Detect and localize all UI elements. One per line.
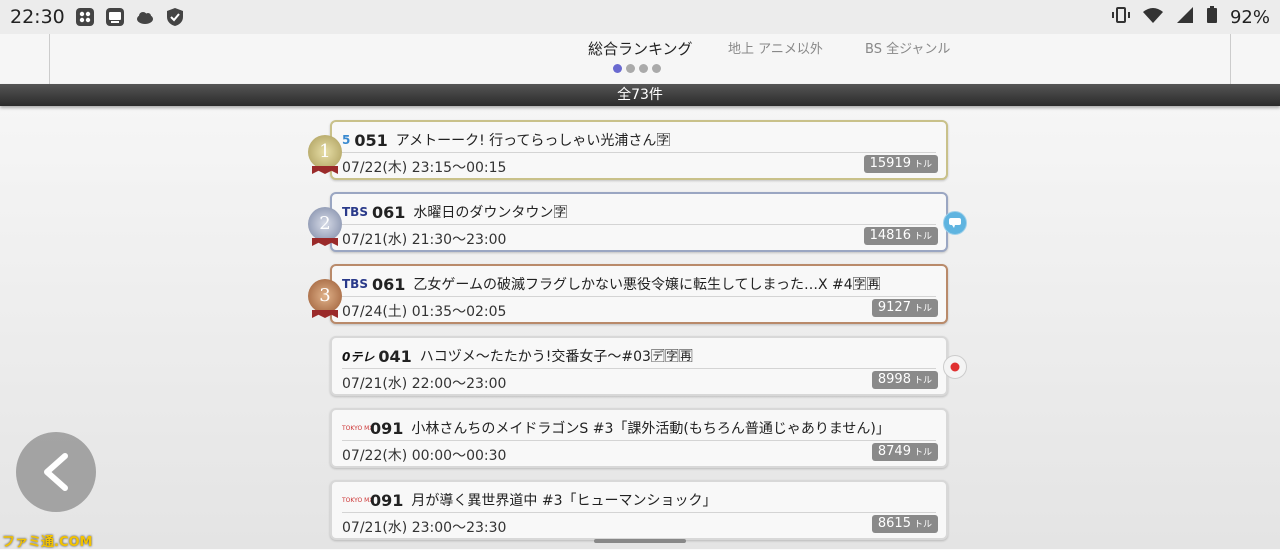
- torul-count-badge: 8615 トル: [871, 515, 938, 533]
- status-time: 22:30: [10, 6, 65, 28]
- program-datetime: 07/22(木) 23:15〜00:15: [342, 160, 507, 176]
- ranking-item-3[interactable]: TBS 061 乙女ゲームの破滅フラグしかない悪役令嬢に転生してしまった…X #…: [330, 264, 948, 324]
- program-datetime: 07/21(水) 23:00〜23:30: [342, 520, 507, 536]
- ranking-item-2[interactable]: TBS 061 水曜日のダウンタウン🈑 07/21(水) 21:30〜23:00…: [330, 192, 948, 252]
- program-datetime: 07/24(土) 01:35〜02:05: [342, 304, 507, 320]
- divider: [49, 34, 50, 84]
- bronze-medal-icon: 3: [308, 279, 342, 313]
- tab-overall-ranking[interactable]: 総合ランキング: [588, 38, 693, 59]
- page-dot: [639, 64, 648, 73]
- signal-icon: [1176, 6, 1194, 28]
- vibrate-icon: [1111, 6, 1130, 28]
- page-dot: [626, 64, 635, 73]
- status-right: 92%: [1111, 0, 1270, 34]
- program-datetime: 07/21(水) 22:00〜23:00: [342, 376, 507, 392]
- channel-number: 041: [378, 346, 412, 366]
- program-datetime: 07/22(木) 00:00〜00:30: [342, 448, 507, 464]
- program-header: TOKYO MX 091 小林さんちのメイドラゴンS #3「課外活動(もちろん普…: [342, 416, 936, 441]
- channel-logo: TBS: [342, 277, 368, 291]
- program-header: TBS 061 水曜日のダウンタウン🈑: [342, 200, 936, 225]
- torul-count-badge: 8998 トル: [871, 371, 938, 389]
- torul-count-badge: 9127 トル: [871, 299, 938, 317]
- page-dot: [652, 64, 661, 73]
- ranking-item-5[interactable]: TOKYO MX 091 小林さんちのメイドラゴンS #3「課外活動(もちろん普…: [330, 408, 948, 468]
- gold-medal-icon: 1: [308, 135, 342, 169]
- divider: [1230, 34, 1231, 84]
- page-indicator: [613, 64, 661, 73]
- program-title: アメトーーク! 行ってらっしゃい光浦さん🈑: [395, 133, 671, 149]
- ranking-item-1[interactable]: 5 051 アメトーーク! 行ってらっしゃい光浦さん🈑 07/22(木) 23:…: [330, 120, 948, 180]
- result-count-bar: 全73件: [0, 84, 1280, 106]
- program-title: 乙女ゲームの破滅フラグしかない悪役令嬢に転生してしまった…X #4🈑🈞: [413, 277, 881, 293]
- record-icon[interactable]: [943, 355, 967, 379]
- channel-logo: 0テレ: [342, 349, 375, 364]
- watermark: ファミ通.COM: [2, 535, 93, 550]
- app-grid-icon: [75, 7, 95, 27]
- program-title: 水曜日のダウンタウン🈑: [413, 205, 568, 221]
- program-header: 5 051 アメトーーク! 行ってらっしゃい光浦さん🈑: [342, 128, 936, 153]
- program-header: TBS 061 乙女ゲームの破滅フラグしかない悪役令嬢に転生してしまった…X #…: [342, 272, 936, 297]
- channel-logo: TBS: [342, 205, 368, 219]
- battery-icon: [1206, 6, 1218, 28]
- page-dot-active: [613, 64, 622, 73]
- program-title: 月が導く異世界道中 #3「ヒューマンショック」: [411, 493, 717, 509]
- program-title: ハコヅメ〜たたかう!交番女子〜#03🈓🈑🈞: [419, 349, 693, 365]
- torul-count-badge: 15919 トル: [863, 155, 938, 173]
- channel-number: 061: [371, 202, 406, 222]
- shield-icon: [165, 7, 185, 27]
- cloud-icon: [135, 7, 155, 27]
- program-datetime: 07/21(水) 21:30〜23:00: [342, 232, 507, 248]
- channel-logo: 5: [342, 133, 351, 147]
- ranking-item-6[interactable]: TOKYO MX 091 月が導く異世界道中 #3「ヒューマンショック」 07/…: [330, 480, 948, 540]
- tab-bs-all-genres[interactable]: BS 全ジャンル: [865, 38, 950, 57]
- chevron-left-icon: [44, 453, 68, 491]
- channel-number: 051: [354, 130, 388, 150]
- program-title: 小林さんちのメイドラゴンS #3「課外活動(もちろん普通じゃありません)」: [411, 421, 890, 437]
- back-button[interactable]: [16, 432, 96, 512]
- channel-number: 091: [370, 418, 404, 438]
- battery-percent: 92%: [1229, 6, 1270, 28]
- channel-logo: TOKYO MX: [342, 496, 374, 504]
- silver-medal-icon: 2: [308, 207, 342, 241]
- ranking-item-4[interactable]: 0テレ 041 ハコヅメ〜たたかう!交番女子〜#03🈓🈑🈞 07/21(水) 2…: [330, 336, 948, 396]
- tv-app-icon: [105, 7, 125, 27]
- channel-number: 061: [371, 274, 406, 294]
- comment-icon[interactable]: [943, 211, 967, 235]
- ranking-tab-bar: 総合ランキング 地上 アニメ以外 BS 全ジャンル: [0, 34, 1280, 84]
- torul-count-badge: 8749 トル: [871, 443, 938, 461]
- torul-count-badge: 14816 トル: [863, 227, 938, 245]
- wifi-icon: [1142, 6, 1164, 28]
- channel-logo: TOKYO MX: [342, 424, 374, 432]
- gesture-handle[interactable]: [594, 539, 686, 543]
- tab-terrestrial-non-anime[interactable]: 地上 アニメ以外: [728, 38, 823, 57]
- program-header: 0テレ 041 ハコヅメ〜たたかう!交番女子〜#03🈓🈑🈞: [342, 344, 936, 369]
- status-bar: 22:30 92%: [0, 0, 1280, 34]
- channel-number: 091: [370, 490, 404, 510]
- program-header: TOKYO MX 091 月が導く異世界道中 #3「ヒューマンショック」: [342, 488, 936, 513]
